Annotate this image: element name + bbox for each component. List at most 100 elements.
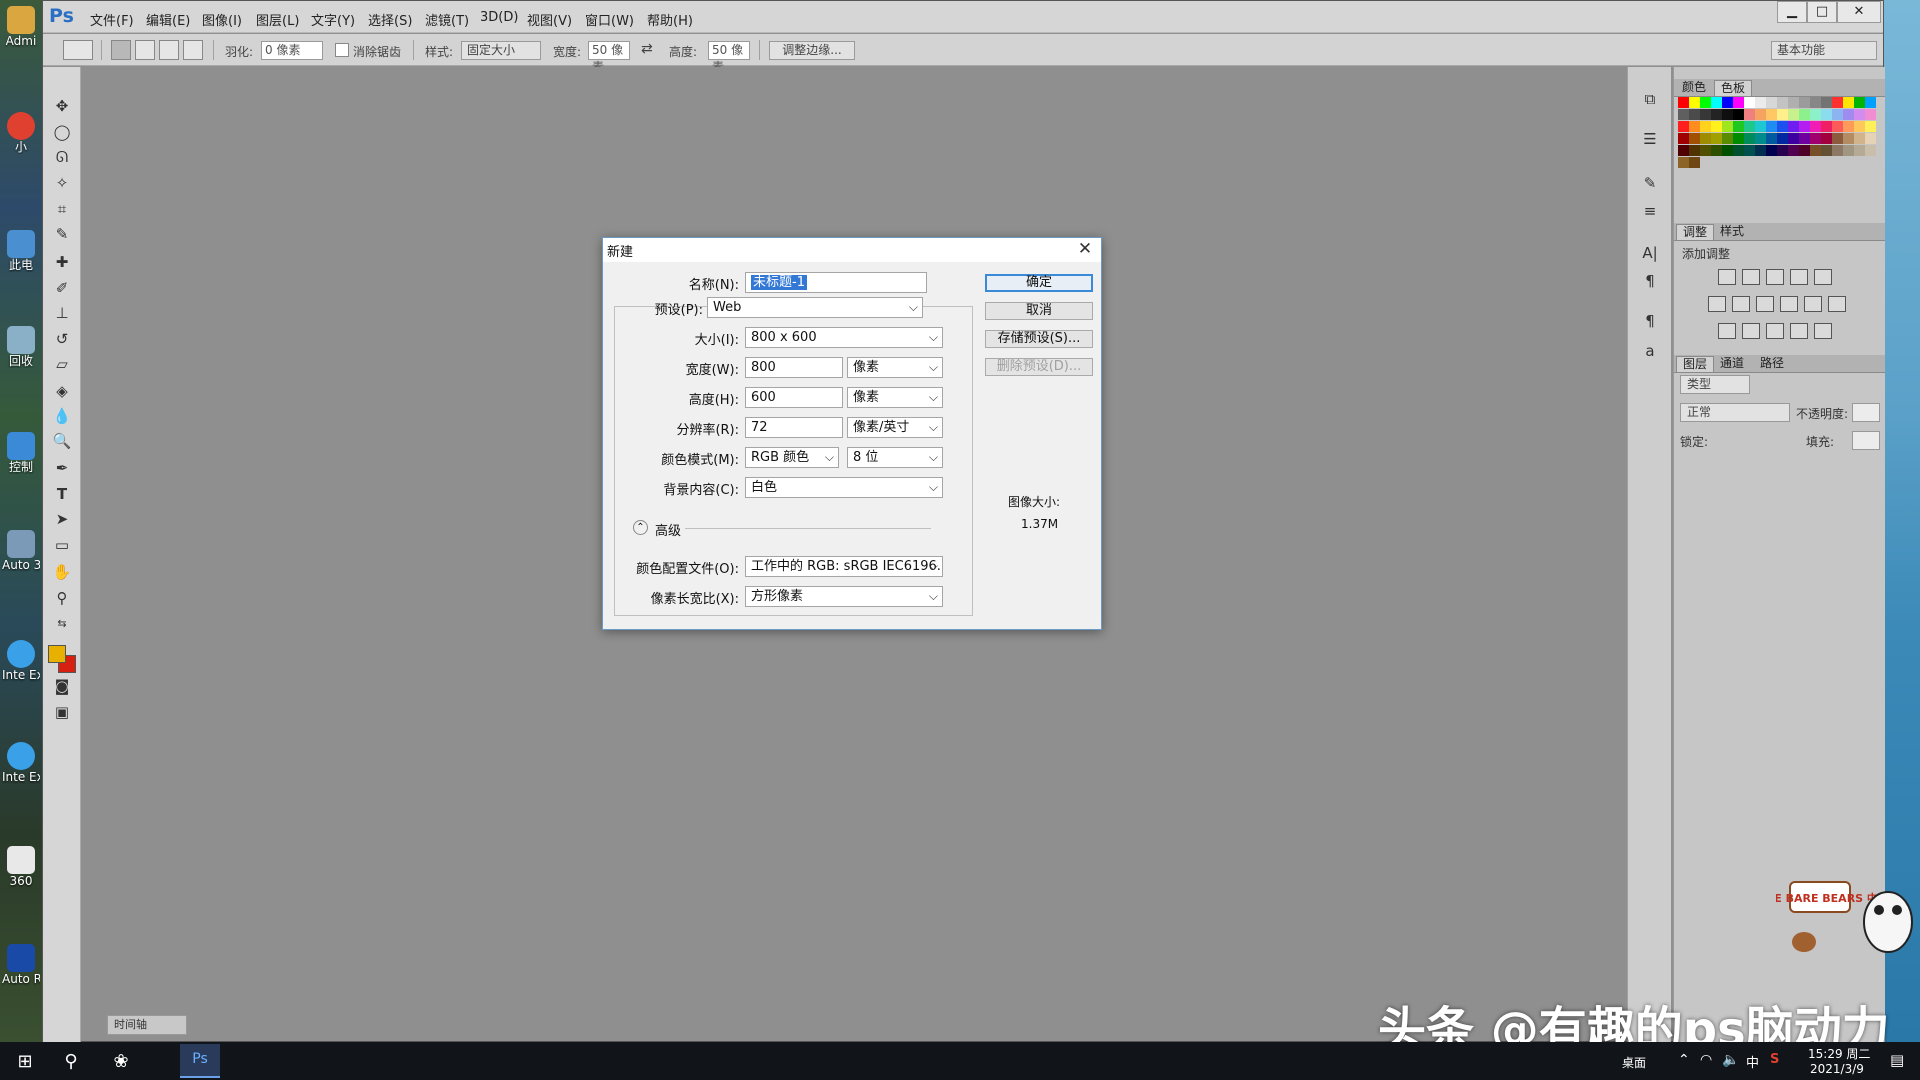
clock-time[interactable]: 15:29 周二 [1808,1045,1870,1062]
timeline-tab[interactable]: 时间轴 [107,1015,187,1035]
color-swatch[interactable] [1843,109,1854,120]
color-swatch[interactable] [1799,133,1810,144]
properties-panel-icon[interactable]: ☰ [1636,127,1664,151]
volume-icon[interactable]: 🔈 [1722,1052,1739,1068]
color-swatch[interactable] [1733,145,1744,156]
menu-window[interactable]: 窗口(W) [585,10,634,29]
search-icon[interactable]: ⚲ [58,1049,84,1075]
height-input[interactable]: 600 [745,387,843,408]
color-swatch[interactable] [1777,133,1788,144]
history-panel-icon[interactable]: ⧉ [1636,87,1664,111]
color-swatch[interactable] [1700,97,1711,108]
advanced-toggle-icon[interactable]: ⌃ [633,520,648,535]
ime-indicator[interactable]: 中 [1746,1052,1759,1071]
blur-tool-icon[interactable]: 💧 [49,405,75,427]
windows-start-icon[interactable]: ⊞ [12,1049,38,1075]
color-swatch[interactable] [1843,121,1854,132]
color-swatch[interactable] [1821,97,1832,108]
exposure-icon[interactable] [1790,269,1808,285]
color-swatch[interactable] [1865,121,1876,132]
marquee-tool-icon[interactable]: ◯ [49,121,75,143]
color-swatch[interactable] [1788,121,1799,132]
tab-channels[interactable]: 通道 [1714,356,1750,372]
cancel-button[interactable]: 取消 [985,302,1093,320]
opacity-input[interactable] [1852,403,1880,422]
tab-layers[interactable]: 图层 [1676,356,1715,372]
color-swatch[interactable] [1865,133,1876,144]
desktop-icon-auto[interactable]: Auto 3 [2,530,40,590]
magic-wand-tool-icon[interactable]: ✧ [49,172,75,194]
notification-icon[interactable]: ▤ [1890,1051,1904,1069]
healing-brush-icon[interactable]: ✚ [49,251,75,273]
brush-preset-icon[interactable]: ≡ [1636,199,1664,223]
color-swatch[interactable] [1689,157,1700,168]
resolution-input[interactable]: 72 [745,417,843,438]
menu-layer[interactable]: 图层(L) [256,10,299,29]
color-swatch[interactable] [1854,133,1865,144]
height-unit-dropdown[interactable]: 像素 ⌵ [847,387,943,408]
color-swatch[interactable] [1678,109,1689,120]
color-swatch[interactable] [1865,145,1876,156]
tab-color[interactable]: 颜色 [1676,80,1712,96]
ok-button[interactable]: 确定 [985,274,1093,292]
desktop-icon-recycle[interactable]: 回收 [2,326,40,386]
color-swatch[interactable] [1799,121,1810,132]
move-tool-icon[interactable]: ✥ [49,95,75,117]
color-swatch[interactable] [1722,145,1733,156]
desktop-icon-this-pc[interactable]: 此电 [2,230,40,290]
color-swatch[interactable] [1821,145,1832,156]
color-swatch[interactable] [1722,109,1733,120]
clock-date[interactable]: 2021/3/9 [1810,1062,1864,1076]
color-swatch[interactable] [1810,145,1821,156]
color-profile-dropdown[interactable]: 工作中的 RGB: sRGB IEC6196... ⌵ [745,556,943,577]
color-swatch[interactable] [1865,97,1876,108]
color-swatch[interactable] [1821,109,1832,120]
color-swatch[interactable] [1777,145,1788,156]
foreground-color-swatch[interactable] [48,645,66,663]
paint-bucket-icon[interactable]: ◈ [49,380,75,402]
color-swatch[interactable] [1777,109,1788,120]
curves-icon[interactable] [1766,269,1784,285]
color-mode-dropdown[interactable]: RGB 颜色 ⌵ [745,447,839,468]
add-selection-button[interactable] [135,40,155,60]
photo-filter-icon[interactable] [1780,296,1798,312]
color-swatch[interactable] [1755,109,1766,120]
color-swatch[interactable] [1755,133,1766,144]
color-swatch[interactable] [1678,121,1689,132]
color-swatch[interactable] [1810,97,1821,108]
menu-3d[interactable]: 3D(D) [480,10,518,25]
desktop-toolbar-label[interactable]: 桌面 [1622,1054,1646,1071]
hue-saturation-icon[interactable] [1708,296,1726,312]
color-swatch[interactable] [1678,145,1689,156]
menu-file[interactable]: 文件(F) [90,10,134,29]
color-swatch[interactable] [1711,97,1722,108]
marquee-tool-preset[interactable] [63,40,93,60]
color-swatch[interactable] [1777,97,1788,108]
color-swatch[interactable] [1843,97,1854,108]
lasso-tool-icon[interactable]: ᘏ [49,146,75,168]
color-swatch[interactable] [1755,121,1766,132]
width-input[interactable]: 800 [745,357,843,378]
width-input[interactable]: 50 像素 [588,41,630,74]
menu-select[interactable]: 选择(S) [368,10,412,29]
color-balance-icon[interactable] [1732,296,1750,312]
color-swatch[interactable] [1788,133,1799,144]
color-swatch[interactable] [1733,121,1744,132]
color-swatch[interactable] [1832,109,1843,120]
color-swatch[interactable] [1711,121,1722,132]
antialias-checkbox[interactable] [335,43,349,57]
color-swatch[interactable] [1744,145,1755,156]
delete-preset-button[interactable]: 删除预设(D)... [985,358,1093,376]
path-select-icon[interactable]: ➤ [49,508,75,530]
character-panel-icon[interactable]: A| [1636,241,1664,265]
color-swatch[interactable] [1843,133,1854,144]
stamp-tool-icon[interactable]: ⊥ [49,302,75,324]
color-swatch[interactable] [1865,109,1876,120]
color-swatch[interactable] [1810,121,1821,132]
eraser-tool-icon[interactable]: ▱ [49,353,75,375]
pen-tool-icon[interactable]: ✒ [49,457,75,479]
feather-input[interactable]: 0 像素 [261,41,323,60]
photoshop-taskbar-icon[interactable]: Ps [180,1044,220,1078]
menu-help[interactable]: 帮助(H) [647,10,693,29]
brightness-icon[interactable] [1718,269,1736,285]
